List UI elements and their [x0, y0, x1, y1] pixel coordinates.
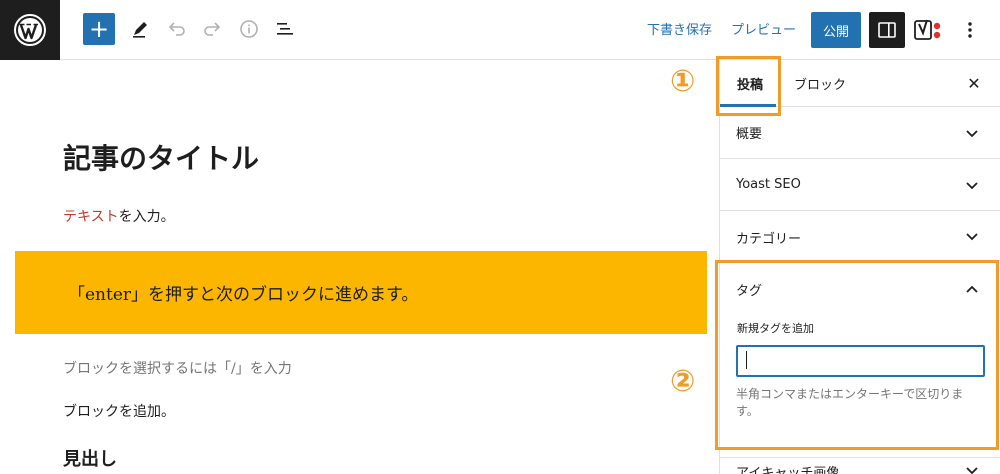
- panel-yoast-seo[interactable]: Yoast SEO: [720, 159, 1000, 211]
- chevron-down-icon: [966, 467, 978, 474]
- chevron-down-icon: [966, 182, 978, 190]
- more-options-icon[interactable]: [958, 15, 982, 45]
- panel-title-yoast: Yoast SEO: [736, 177, 801, 192]
- publish-button[interactable]: 公開: [811, 12, 861, 48]
- paragraph-text: を入力。: [118, 209, 175, 225]
- annotation-box-post-tab: [716, 56, 781, 116]
- settings-sidebar-toggle-icon[interactable]: [869, 12, 905, 48]
- block-placeholder[interactable]: ブロックを選択するには「/」を入力: [63, 358, 292, 378]
- annotation-number-1: ①: [670, 64, 696, 99]
- chevron-down-icon: [966, 233, 978, 241]
- panel-category[interactable]: カテゴリー: [720, 211, 1000, 261]
- post-title[interactable]: 記事のタイトル: [63, 137, 259, 177]
- close-icon[interactable]: ✕: [963, 72, 985, 94]
- add-block-button[interactable]: +: [83, 13, 115, 45]
- highlight-text: 「enter」を押すと次のブロックに進めます。: [68, 285, 419, 305]
- redo-icon[interactable]: [199, 16, 225, 42]
- edit-pen-icon[interactable]: [127, 16, 153, 42]
- tab-block[interactable]: ブロック: [794, 74, 846, 93]
- editor-canvas[interactable]: 記事のタイトル テキストを入力。 「enter」を押すと次のブロックに進めます。…: [0, 60, 719, 474]
- wordpress-logo-icon[interactable]: [0, 0, 60, 60]
- annotation-number-2: ②: [670, 364, 696, 399]
- preview-button[interactable]: プレビュー: [731, 19, 796, 38]
- yoast-seo-icon[interactable]: [912, 15, 946, 45]
- chevron-down-icon: [966, 130, 978, 138]
- panel-title-featured-image: アイキャッチ画像: [736, 466, 840, 474]
- paragraph-block-2[interactable]: ブロックを追加。: [63, 401, 175, 421]
- undo-icon[interactable]: [164, 16, 190, 42]
- panel-title-summary: 概要: [736, 127, 763, 142]
- panel-title-category: カテゴリー: [736, 232, 802, 247]
- paragraph-block[interactable]: テキストを入力。: [63, 206, 175, 226]
- list-view-icon[interactable]: [272, 16, 298, 42]
- top-toolbar: + 下書き保存 プレビュー 公開: [0, 0, 1000, 60]
- highlighted-text: テキスト: [63, 209, 119, 225]
- highlight-paragraph-block[interactable]: 「enter」を押すと次のブロックに進めます。: [15, 251, 707, 334]
- info-icon[interactable]: [236, 16, 262, 42]
- save-draft-button[interactable]: 下書き保存: [647, 19, 712, 38]
- panel-featured-image[interactable]: アイキャッチ画像: [720, 458, 1000, 474]
- heading-block[interactable]: 見出し: [63, 445, 117, 471]
- annotation-box-tags-panel: [715, 260, 999, 450]
